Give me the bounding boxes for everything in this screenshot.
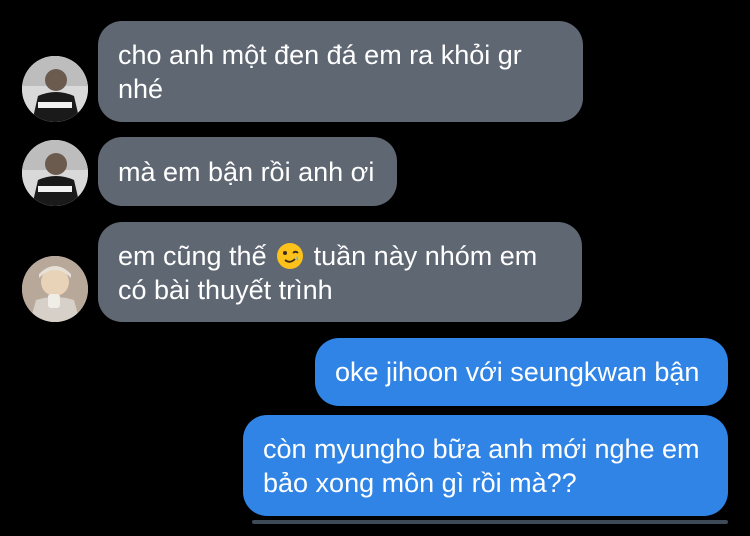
message-bubble-incoming[interactable]: mà em bận rồi anh ơi — [98, 137, 397, 206]
message-text: nhé — [118, 74, 164, 104]
message-text: cho anh một đen đá em ra khỏi gr — [118, 40, 522, 70]
message-bubble-incoming[interactable]: em cũng thế tuần này nhóm em có bài thuy… — [98, 222, 582, 322]
avatar[interactable] — [22, 140, 88, 206]
message-text: có bài thuyết trình — [118, 275, 333, 305]
message-text-line: em cũng thế tuần này nhóm em — [118, 239, 562, 273]
message-text: còn myungho bữa anh mới nghe em — [263, 434, 700, 464]
message-text: tuần này nhóm em — [313, 241, 538, 271]
avatar[interactable] — [22, 56, 88, 122]
message-bubble-outgoing[interactable]: oke jihoon với seungkwan bận — [315, 338, 728, 406]
message-text: em cũng thế — [118, 241, 267, 271]
message-bubble-incoming[interactable]: cho anh một đen đá em ra khỏi gr nhé — [98, 21, 583, 122]
profile-photo-icon — [22, 56, 88, 122]
message-text: oke jihoon với seungkwan bận — [335, 357, 700, 387]
message-bubble-outgoing[interactable]: còn myungho bữa anh mới nghe em bảo xong… — [243, 415, 728, 516]
message-text: mà em bận rồi anh ơi — [118, 157, 375, 187]
profile-photo-icon — [22, 140, 88, 206]
bubble-shadow-divider — [252, 520, 728, 524]
avatar[interactable] — [22, 256, 88, 322]
profile-photo-icon — [22, 256, 88, 322]
message-text: bảo xong môn gì rồi mà?? — [263, 468, 577, 498]
smiling-face-with-tear-icon — [276, 242, 304, 270]
